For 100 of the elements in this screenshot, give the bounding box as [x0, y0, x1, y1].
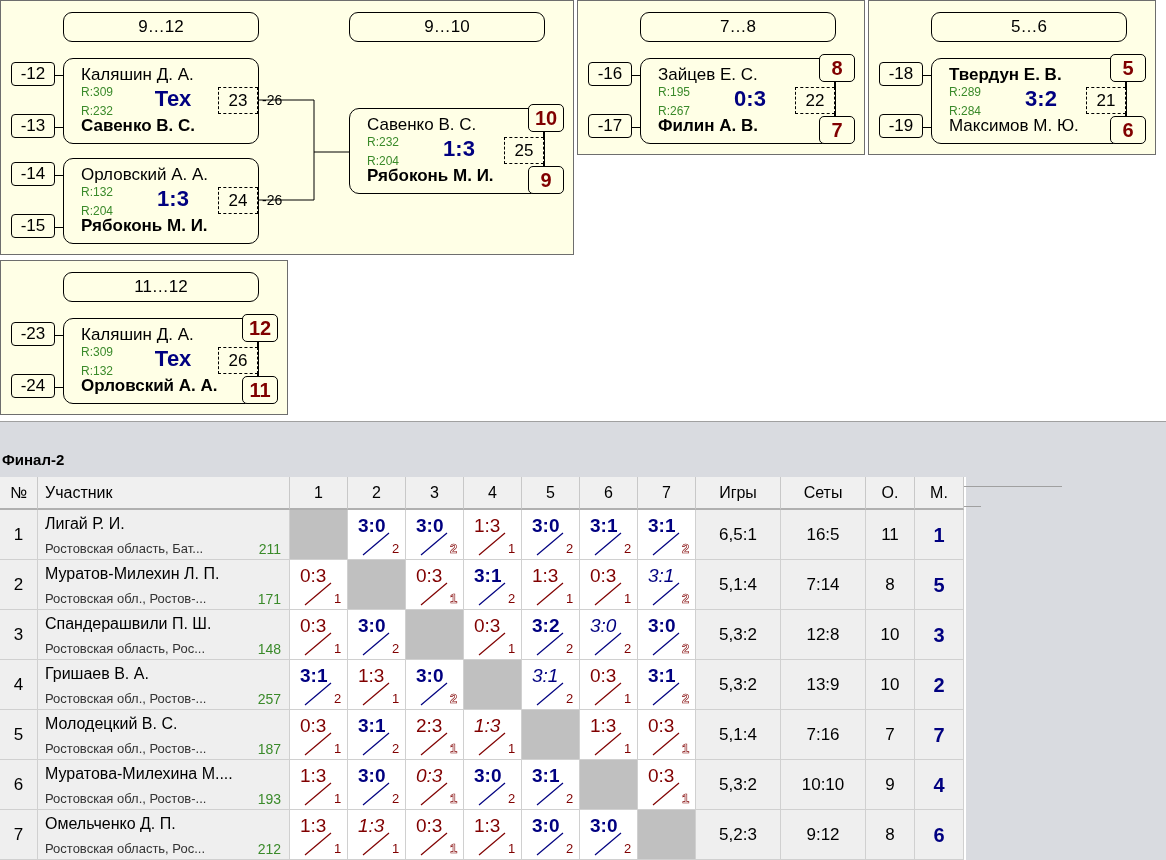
match-number: 23 — [218, 87, 258, 114]
game-score: 3:0 — [590, 815, 618, 837]
game-points: 1 — [508, 741, 516, 756]
game-points: 1 — [334, 591, 342, 606]
game-points: 2 — [566, 791, 574, 806]
place-cell: 1 — [915, 510, 964, 560]
diagonal-line — [536, 532, 564, 556]
participant-rating: 211 — [258, 541, 281, 557]
game-points: 2 — [566, 641, 574, 656]
participant-name: Спандерашвили П. Ш. — [45, 615, 212, 633]
place-cell: 4 — [915, 760, 964, 810]
player-rating: R:204 — [367, 154, 400, 168]
game-score: 3:1 — [474, 565, 502, 587]
game-score: 3:1 — [648, 565, 675, 587]
diagonal-line — [420, 732, 448, 756]
column-header: 7 — [638, 477, 696, 510]
row-number: 3 — [0, 610, 38, 660]
diagonal-line — [594, 832, 622, 856]
game-points: 2 — [566, 691, 574, 706]
diagonal-line — [420, 782, 448, 806]
game-points: 2 — [392, 791, 400, 806]
player-rating: R:267 — [658, 104, 691, 118]
diagonal-line — [362, 732, 390, 756]
game-points: 2 — [682, 691, 690, 706]
diagonal-line — [362, 782, 390, 806]
game-score: 1:3 — [358, 815, 385, 837]
game-points: 1 — [450, 791, 458, 806]
game-score: 1:3 — [474, 815, 501, 837]
participant-name: Муратов-Милехин Л. П. — [45, 565, 220, 583]
participant-region: Ростовская обл., Ростов-... — [45, 741, 207, 756]
diagonal-line — [304, 832, 332, 856]
sets-cell: 10:10 — [781, 760, 866, 810]
game-score: 3:1 — [532, 665, 559, 687]
row-number: 6 — [0, 760, 38, 810]
round-title: 9…12 — [63, 12, 259, 42]
game-points: 1 — [450, 841, 458, 856]
participant-region: Ростовская обл., Ростов-... — [45, 791, 207, 806]
column-header: 6 — [580, 477, 638, 510]
games-cell: 5,2:3 — [696, 810, 781, 860]
match-number: 25 — [504, 137, 544, 164]
diagonal-line — [362, 632, 390, 656]
game-points: 1 — [508, 541, 516, 556]
points-cell: 8 — [866, 810, 915, 860]
diagonal-line — [478, 832, 506, 856]
game-score: 1:3 — [300, 815, 327, 837]
game-points: 1 — [334, 841, 342, 856]
row-number: 4 — [0, 660, 38, 710]
game-score: 1:3 — [590, 715, 617, 737]
participant-rating: 148 — [257, 641, 281, 657]
diagonal-line — [420, 532, 448, 556]
game-score: 0:3 — [648, 715, 675, 737]
diagonal-line — [594, 532, 622, 556]
diagonal-line — [304, 582, 332, 606]
player-name: Рябоконь М. И. — [81, 216, 208, 236]
game-points: 2 — [450, 541, 458, 556]
diagonal-line — [594, 632, 622, 656]
games-cell: 5,3:2 — [696, 760, 781, 810]
participant-rating: 171 — [257, 591, 281, 607]
seed-label: -16 — [588, 62, 632, 86]
points-cell: 10 — [866, 610, 915, 660]
seed-label: -17 — [588, 114, 632, 138]
game-score: 1:3 — [300, 765, 327, 787]
game-score: 0:3 — [416, 565, 443, 587]
column-header: 3 — [406, 477, 464, 510]
points-cell: 8 — [866, 560, 915, 610]
diagonal-line — [536, 582, 564, 606]
points-cell: 7 — [866, 710, 915, 760]
place-badge: 9 — [528, 166, 564, 194]
row-number: 2 — [0, 560, 38, 610]
game-score: 3:0 — [416, 515, 444, 537]
game-points: 1 — [334, 741, 342, 756]
points-cell: 9 — [866, 760, 915, 810]
row-number: 1 — [0, 510, 38, 560]
place-cell: 5 — [915, 560, 964, 610]
diagonal-line — [478, 532, 506, 556]
participant-name: Молодецкий В. С. — [45, 715, 178, 733]
participant-rating: 193 — [257, 791, 281, 807]
game-points: 2 — [566, 541, 574, 556]
sets-cell: 7:14 — [781, 560, 866, 610]
participant-region: Ростовская область, Рос... — [45, 641, 205, 656]
game-score: 0:3 — [648, 765, 675, 787]
diagonal-line — [362, 832, 390, 856]
game-score: 3:1 — [590, 515, 618, 537]
game-score: 3:0 — [590, 615, 617, 637]
match-number: 24 — [218, 187, 258, 214]
seed-label: -19 — [879, 114, 923, 138]
sets-cell: 12:8 — [781, 610, 866, 660]
game-score: 3:1 — [358, 715, 386, 737]
game-score: 0:3 — [300, 565, 327, 587]
diagonal-line — [594, 582, 622, 606]
column-header: 4 — [464, 477, 522, 510]
place-badge: 10 — [528, 104, 564, 132]
game-score: 0:3 — [416, 765, 443, 787]
diagonal-line — [304, 632, 332, 656]
game-points: 1 — [450, 591, 458, 606]
diagonal-line — [362, 682, 390, 706]
game-points: 1 — [450, 741, 458, 756]
diagonal-line — [478, 782, 506, 806]
game-points: 1 — [392, 841, 400, 856]
place-cell: 6 — [915, 810, 964, 860]
